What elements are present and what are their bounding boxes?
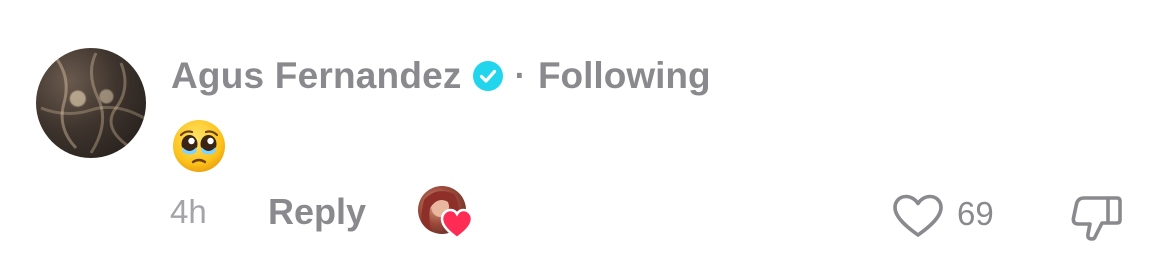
comment-timestamp: 4h [170,193,207,230]
creator-liked-indicator [418,186,474,242]
pleading-face-emoji-icon [173,120,225,172]
commenter-avatar[interactable] [36,48,146,158]
like-count: 69 [957,195,994,232]
username-link[interactable]: Agus Fernandez [171,55,462,97]
comment-header: Agus Fernandez · Following [171,54,711,98]
header-separator: · [514,56,526,95]
thumbs-down-outline-icon[interactable] [1070,192,1124,242]
heart-outline-icon[interactable] [891,193,945,239]
heart-badge-icon [440,208,474,240]
following-status: Following [537,55,711,96]
verified-badge-icon [472,61,503,91]
reply-button[interactable]: Reply [268,191,366,233]
